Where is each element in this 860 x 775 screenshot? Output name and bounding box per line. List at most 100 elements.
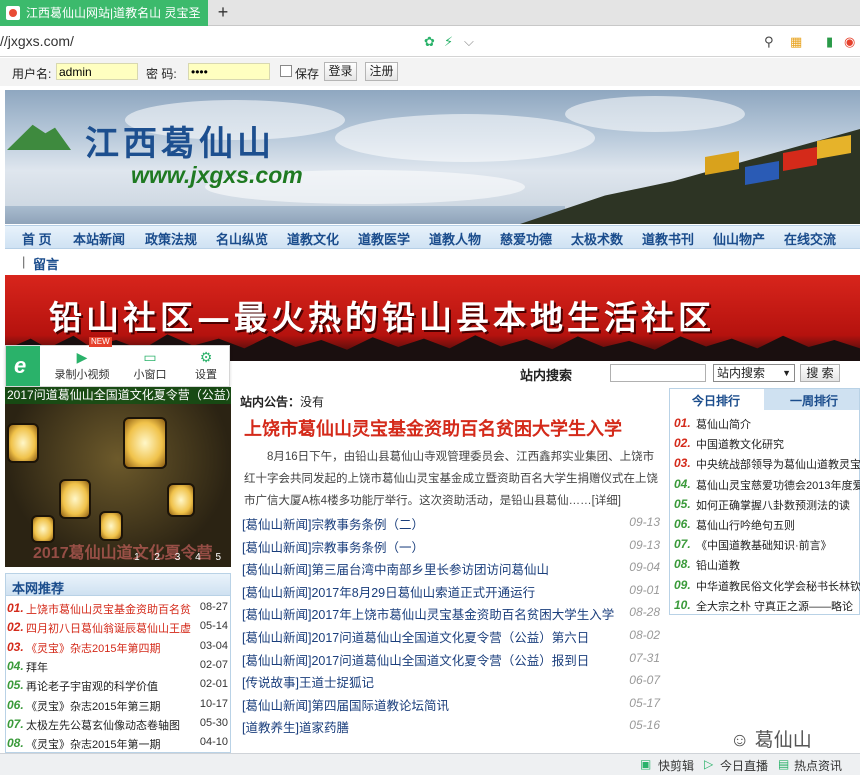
nav-item-products[interactable]: 仙山物产 bbox=[713, 229, 765, 248]
item-title[interactable]: 再论老子宇宙观的科学价值 bbox=[26, 678, 194, 694]
ranking-item[interactable]: 09. 中华道教民俗文化学会秘书长林钦 bbox=[674, 575, 860, 595]
item-title[interactable]: 四月初八日葛仙翁诞辰葛仙山王虚 bbox=[26, 620, 194, 636]
list-item[interactable]: 05. 再论老子宇宙观的科学价值 02-01 bbox=[6, 676, 230, 694]
sale-icon[interactable]: ◉ bbox=[844, 34, 855, 50]
news-row[interactable]: [葛仙山新闻]第三届台湾中南部乡里长参访团访问葛仙山 09-04 bbox=[242, 557, 662, 577]
ranking-item[interactable]: 01. 葛仙山简介 bbox=[674, 413, 860, 433]
record-video-button[interactable]: ▶ 录制小视频 bbox=[52, 348, 112, 382]
search-button[interactable]: 搜 索 bbox=[800, 364, 840, 382]
search-scope-select[interactable]: 站内搜索 ▼ bbox=[713, 364, 795, 382]
lightning-icon[interactable]: ⚡ bbox=[444, 34, 453, 50]
news-row[interactable]: [葛仙山新闻]宗教事务条例（二） 09-13 bbox=[242, 512, 662, 532]
nav-item-mountain[interactable]: 名山纵览 bbox=[216, 229, 268, 248]
new-tab-button[interactable]: + bbox=[214, 0, 232, 26]
nav-item-culture[interactable]: 道教文化 bbox=[287, 229, 339, 248]
news-row[interactable]: [葛仙山新闻]2017问道葛仙山全国道文化夏令营（公益）报到日 07-31 bbox=[242, 648, 662, 668]
news-row[interactable]: [葛仙山新闻]第四届国际道教论坛简讯 05-17 bbox=[242, 693, 662, 713]
tab-today-ranking[interactable]: 今日排行 bbox=[670, 389, 764, 410]
list-item[interactable]: 07. 太极左先公葛玄仙像动态卷轴图 05-30 bbox=[6, 715, 230, 733]
nav-item-guestbook[interactable]: 留言 bbox=[33, 254, 59, 273]
ranking-item[interactable]: 05. 如何正确掌握八卦数预测法的读 bbox=[674, 494, 860, 514]
news-title[interactable]: [葛仙山新闻]第三届台湾中南部乡里长参访团访问葛仙山 bbox=[242, 559, 549, 578]
ranking-item[interactable]: 07. 《中国道教基础知识·前言》 bbox=[674, 534, 860, 554]
news-row[interactable]: [葛仙山新闻]宗教事务条例（一） 09-13 bbox=[242, 535, 662, 555]
ranking-item[interactable]: 06. 葛仙山行吟绝句五则 bbox=[674, 514, 860, 534]
tab-week-ranking[interactable]: 一周排行 bbox=[790, 392, 838, 409]
ranking-title[interactable]: 全大宗之朴 守真正之源——略论 bbox=[696, 598, 853, 614]
news-title[interactable]: [葛仙山新闻]宗教事务条例（一） bbox=[242, 537, 424, 556]
ranking-title[interactable]: 中央统战部领导为葛仙山道教灵宝 bbox=[696, 456, 860, 472]
nav-item-charity[interactable]: 慈爱功德 bbox=[500, 229, 552, 248]
chevron-down-icon[interactable]: ⌵ bbox=[464, 34, 474, 50]
photo-slideshow[interactable]: 2017问道葛仙山全国道文化夏令营（公益）第 2017葛仙山道文化夏令营 1 2… bbox=[5, 387, 231, 567]
url-text[interactable]: //jxgxs.com/ bbox=[0, 33, 74, 49]
news-title[interactable]: [葛仙山新闻]2017年上饶市葛仙山灵宝基金资助百名贫困大学生入学 bbox=[242, 604, 614, 623]
nav-item-news[interactable]: 本站新闻 bbox=[73, 229, 125, 248]
ranking-item[interactable]: 08. 铅山道教 bbox=[674, 554, 860, 574]
nav-item-chat[interactable]: 在线交流 bbox=[784, 229, 836, 248]
settings-button[interactable]: ⚙ 设置 bbox=[186, 348, 226, 382]
remember-checkbox[interactable] bbox=[280, 65, 292, 77]
list-item[interactable]: 06. 《灵宝》杂志2015年第三期 10-17 bbox=[6, 696, 230, 714]
ranking-title[interactable]: 葛仙山行吟绝句五则 bbox=[696, 517, 795, 533]
list-item[interactable]: 01. 上饶市葛仙山灵宝基金资助百名贫 08-27 bbox=[6, 599, 230, 617]
news-title[interactable]: [葛仙山新闻]2017问道葛仙山全国道文化夏令营（公益）报到日 bbox=[242, 650, 589, 669]
nav-item-policy[interactable]: 政策法规 bbox=[145, 229, 197, 248]
list-item[interactable]: 08. 《灵宝》杂志2015年第一期 04-10 bbox=[6, 734, 230, 752]
nav-item-taiji[interactable]: 太极术数 bbox=[571, 229, 623, 248]
nav-item-people[interactable]: 道教人物 bbox=[429, 229, 481, 248]
mini-window-button[interactable]: ▭ 小窗口 bbox=[130, 348, 170, 382]
slideshow-pager[interactable]: 1 2 3 4 5 bbox=[134, 552, 227, 563]
news-row[interactable]: [葛仙山新闻]2017年上饶市葛仙山灵宝基金资助百名贫困大学生入学 08-28 bbox=[242, 602, 662, 622]
ranking-title[interactable]: 葛仙山简介 bbox=[696, 416, 751, 432]
news-title[interactable]: [葛仙山新闻]宗教事务条例（二） bbox=[242, 514, 424, 533]
address-bar[interactable]: //jxgxs.com/ ✿ ⚡ ⌵ ⚲ ▦ ▮ ◉ bbox=[0, 27, 860, 57]
slideshow-caption[interactable]: 2017问道葛仙山全国道文化夏令营（公益）第 bbox=[5, 387, 231, 404]
search-input[interactable] bbox=[610, 364, 706, 382]
ranking-item[interactable]: 10. 全大宗之朴 守真正之源——略论 bbox=[674, 595, 860, 615]
item-title[interactable]: 拜年 bbox=[26, 659, 194, 675]
nav-item-medicine[interactable]: 道教医学 bbox=[358, 229, 410, 248]
news-row[interactable]: [传说故事]王道士捉狐记 06-07 bbox=[242, 670, 662, 690]
password-input[interactable] bbox=[188, 63, 270, 80]
quick-clip-button[interactable]: 快剪辑 bbox=[658, 757, 694, 774]
site-title[interactable]: 江西葛仙山 bbox=[85, 116, 275, 165]
ranking-item[interactable]: 02. 中国道教文化研究 bbox=[674, 433, 860, 453]
security-icon[interactable]: ✿ bbox=[424, 34, 435, 50]
live-button[interactable]: 今日直播 bbox=[720, 757, 768, 774]
apps-icon[interactable]: ▦ bbox=[790, 34, 802, 50]
nav-item-home[interactable]: 首 页 bbox=[22, 229, 52, 248]
list-item[interactable]: 03. 《灵宝》杂志2015年第四期 03-04 bbox=[6, 638, 230, 656]
item-title[interactable]: 《灵宝》杂志2015年第一期 bbox=[26, 736, 194, 752]
browser-tab[interactable]: 江西葛仙山网站|道教名山 灵宝圣 bbox=[0, 0, 208, 26]
headline-title[interactable]: 上饶市葛仙山灵宝基金资助百名贫困大学生入学 bbox=[244, 415, 622, 441]
register-button[interactable]: 注册 bbox=[365, 62, 398, 81]
item-title[interactable]: 《灵宝》杂志2015年第三期 bbox=[26, 698, 194, 714]
book-icon[interactable]: ▮ bbox=[826, 34, 833, 50]
item-title[interactable]: 上饶市葛仙山灵宝基金资助百名贫 bbox=[26, 601, 194, 617]
login-button[interactable]: 登录 bbox=[324, 62, 357, 81]
ranking-title[interactable]: 中华道教民俗文化学会秘书长林钦 bbox=[696, 578, 860, 594]
list-item[interactable]: 02. 四月初八日葛仙翁诞辰葛仙山王虚 05-14 bbox=[6, 618, 230, 636]
ranking-title[interactable]: 铅山道教 bbox=[696, 557, 740, 573]
item-title[interactable]: 太极左先公葛玄仙像动态卷轴图 bbox=[26, 717, 194, 733]
browser-e-icon[interactable]: e bbox=[6, 346, 40, 386]
ranking-title[interactable]: 《中国道教基础知识·前言》 bbox=[696, 537, 832, 553]
news-title[interactable]: [葛仙山新闻]2017年8月29日葛仙山索道正式开通运行 bbox=[242, 582, 535, 601]
news-row[interactable]: [道教养生]道家药膳 05-16 bbox=[242, 715, 662, 735]
nav-item-books[interactable]: 道教书刊 bbox=[642, 229, 694, 248]
news-title[interactable]: [道教养生]道家药膳 bbox=[242, 717, 349, 736]
news-title[interactable]: [葛仙山新闻]第四届国际道教论坛简讯 bbox=[242, 695, 449, 714]
search-icon[interactable]: ⚲ bbox=[764, 34, 774, 50]
ranking-title[interactable]: 中国道教文化研究 bbox=[696, 436, 784, 452]
ranking-title[interactable]: 葛仙山灵宝慈爱功德会2013年度爱 bbox=[696, 477, 860, 493]
news-title[interactable]: [传说故事]王道士捉狐记 bbox=[242, 672, 374, 691]
list-item[interactable]: 04. 拜年 02-07 bbox=[6, 657, 230, 675]
ranking-item[interactable]: 04. 葛仙山灵宝慈爱功德会2013年度爱 bbox=[674, 474, 860, 494]
news-row[interactable]: [葛仙山新闻]2017年8月29日葛仙山索道正式开通运行 09-01 bbox=[242, 580, 662, 600]
hot-news-button[interactable]: 热点资讯 bbox=[794, 757, 842, 774]
ranking-title[interactable]: 如何正确掌握八卦数预测法的读 bbox=[696, 497, 850, 513]
news-row[interactable]: [葛仙山新闻]2017问道葛仙山全国道文化夏令营（公益）第六日 08-02 bbox=[242, 625, 662, 645]
username-input[interactable] bbox=[56, 63, 138, 80]
item-title[interactable]: 《灵宝》杂志2015年第四期 bbox=[26, 640, 194, 656]
